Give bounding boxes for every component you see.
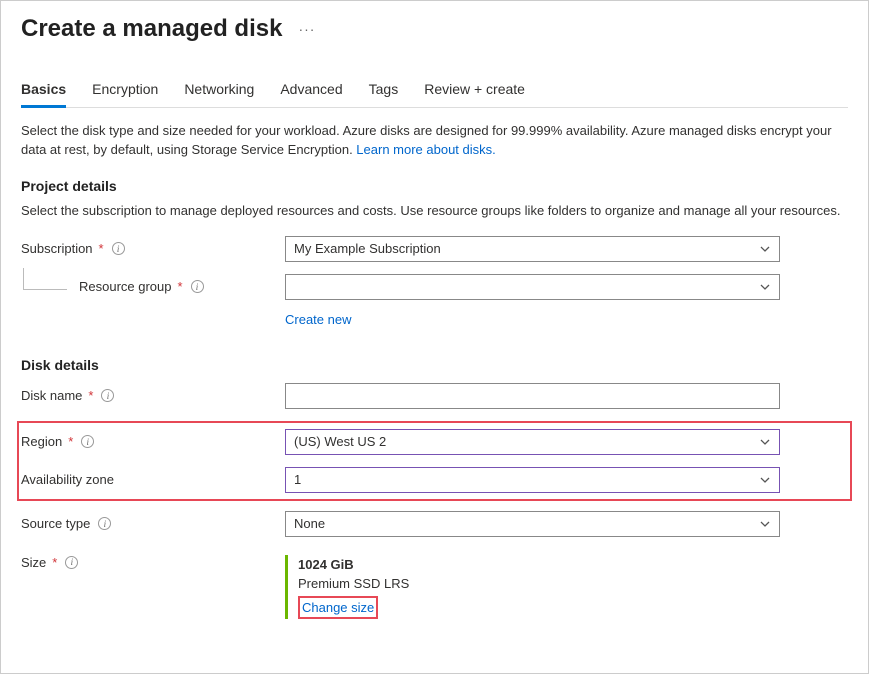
project-details-desc: Select the subscription to manage deploy… (21, 202, 848, 220)
intro-text: Select the disk type and size needed for… (21, 122, 848, 160)
learn-more-disks-link[interactable]: Learn more about disks. (356, 142, 495, 157)
required-mark: * (52, 555, 57, 570)
availability-zone-select[interactable]: 1 (285, 467, 780, 493)
tab-review-create[interactable]: Review + create (424, 81, 525, 107)
required-mark: * (99, 241, 104, 256)
tab-encryption[interactable]: Encryption (92, 81, 158, 107)
source-type-label: Source type (21, 516, 90, 531)
source-type-select[interactable]: None (285, 511, 780, 537)
tab-advanced[interactable]: Advanced (280, 81, 342, 107)
more-actions-icon[interactable]: ··· (298, 21, 315, 37)
required-mark: * (178, 279, 183, 294)
required-mark: * (68, 434, 73, 449)
info-icon[interactable]: i (65, 556, 78, 569)
disk-name-label: Disk name (21, 388, 82, 403)
info-icon[interactable]: i (101, 389, 114, 402)
info-icon[interactable]: i (98, 517, 111, 530)
source-type-value: None (294, 516, 325, 531)
resource-group-select[interactable] (285, 274, 780, 300)
size-summary: 1024 GiB Premium SSD LRS Change size (285, 555, 848, 620)
tab-networking[interactable]: Networking (184, 81, 254, 107)
subscription-value: My Example Subscription (294, 241, 441, 256)
chevron-down-icon (759, 281, 771, 293)
indent-connector (23, 268, 67, 290)
tab-tags[interactable]: Tags (369, 81, 399, 107)
availability-zone-value: 1 (294, 472, 301, 487)
subscription-label: Subscription (21, 241, 93, 256)
size-label: Size (21, 555, 46, 570)
resource-group-label: Resource group (79, 279, 172, 294)
info-icon[interactable]: i (112, 242, 125, 255)
size-value: 1024 GiB (298, 555, 848, 575)
disk-name-input[interactable] (285, 383, 780, 409)
region-select[interactable]: (US) West US 2 (285, 429, 780, 455)
disk-sku: Premium SSD LRS (298, 574, 848, 594)
region-value: (US) West US 2 (294, 434, 386, 449)
availability-zone-label: Availability zone (21, 472, 114, 487)
chevron-down-icon (759, 243, 771, 255)
tab-bar: Basics Encryption Networking Advanced Ta… (21, 81, 848, 108)
tab-basics[interactable]: Basics (21, 81, 66, 108)
create-new-resource-group-link[interactable]: Create new (285, 312, 351, 327)
required-mark: * (88, 388, 93, 403)
info-icon[interactable]: i (191, 280, 204, 293)
chevron-down-icon (759, 436, 771, 448)
region-az-highlight: Region * i (US) West US 2 Availability z… (17, 421, 852, 501)
info-icon[interactable]: i (81, 435, 94, 448)
region-label: Region (21, 434, 62, 449)
change-size-link[interactable]: Change size (302, 600, 374, 615)
subscription-select[interactable]: My Example Subscription (285, 236, 780, 262)
chevron-down-icon (759, 474, 771, 486)
disk-details-heading: Disk details (21, 357, 848, 373)
project-details-heading: Project details (21, 178, 848, 194)
page-title: Create a managed disk (21, 15, 282, 43)
chevron-down-icon (759, 518, 771, 530)
